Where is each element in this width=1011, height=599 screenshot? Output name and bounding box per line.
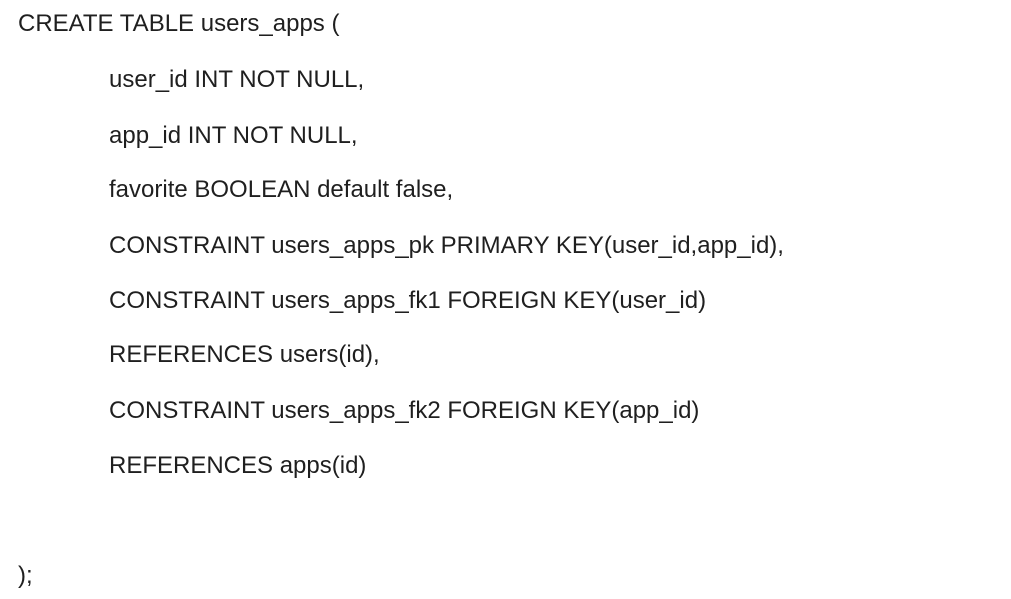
user-id-column-line: user_id INT NOT NULL, xyxy=(109,66,365,93)
app-foreign-key-constraint-line: CONSTRAINT users_apps_fk2 FOREIGN KEY(ap… xyxy=(109,397,700,424)
user-foreign-key-constraint-line: CONSTRAINT users_apps_fk1 FOREIGN KEY(us… xyxy=(109,287,707,314)
app-reference-line: REFERENCES apps(id) xyxy=(109,452,367,479)
user-reference-line: REFERENCES users(id), xyxy=(109,341,380,368)
primary-key-constraint-line: CONSTRAINT users_apps_pk PRIMARY KEY(use… xyxy=(109,232,784,259)
create-table-line: CREATE TABLE users_apps ( xyxy=(18,10,340,37)
closing-statement-line: ); xyxy=(18,562,33,589)
app-id-column-line: app_id INT NOT NULL, xyxy=(109,122,358,149)
sql-code-document: CREATE TABLE users_apps ( user_id INT NO… xyxy=(0,0,1011,599)
favorite-column-line: favorite BOOLEAN default false, xyxy=(109,176,454,203)
